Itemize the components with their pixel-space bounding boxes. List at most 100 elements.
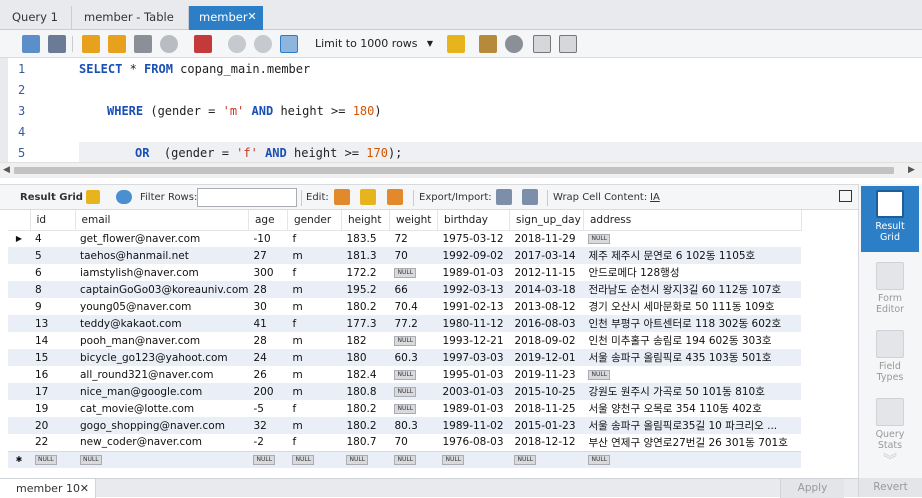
cell-sign-up-day[interactable]: 2014-03-18 xyxy=(509,281,584,298)
cell-email[interactable]: new_coder@naver.com xyxy=(75,434,248,451)
cell-address[interactable]: 서울 양천구 오목로 354 110동 402호 xyxy=(583,400,801,417)
cell-id[interactable]: 17 xyxy=(30,383,75,400)
row-indicator[interactable] xyxy=(8,417,30,434)
table-row[interactable]: 5 taehos@hanmail.net 27 m 181.3 70 1992-09-02 2… xyxy=(8,247,802,264)
table-row[interactable]: 16 all_round321@naver.com 26 m 182.4 NULL 1995… xyxy=(8,366,801,383)
cell-birthday[interactable]: 1980-11-12 xyxy=(437,315,510,332)
cell-gender[interactable]: m xyxy=(287,349,342,366)
table-row[interactable]: 6 iamstylish@naver.com 300 f 172.2 NULL 1989-0… xyxy=(8,264,801,281)
cell-age[interactable]: 27 xyxy=(248,247,288,264)
cell-id[interactable]: 16 xyxy=(30,366,75,383)
table-row[interactable]: 13 teddy@kakaot.com 41 f 177.3 77.2 1980-11-12… xyxy=(8,315,802,332)
column-header-weight[interactable]: weight xyxy=(389,210,438,231)
cell-address[interactable]: 서울 송파구 올림픽로35길 10 파크리오 ... xyxy=(583,417,802,434)
new-cell-sign-up-day[interactable]: NULL xyxy=(509,450,584,468)
add-snippet-star-icon[interactable] xyxy=(447,35,465,53)
cell-weight[interactable]: NULL xyxy=(389,383,438,400)
execute-current-icon[interactable] xyxy=(108,35,126,53)
new-row[interactable]: ✱ NULL NULL NULL NULL NULL NULL NULL NULL NULL xyxy=(8,450,802,468)
cell-gender[interactable]: m xyxy=(287,281,342,298)
row-indicator[interactable] xyxy=(8,349,30,366)
cell-height[interactable]: 182.4 xyxy=(341,366,389,383)
cell-sign-up-day[interactable]: 2017-03-14 xyxy=(509,247,584,264)
cell-address[interactable]: 서울 송파구 올림픽로 435 103동 501호 xyxy=(583,349,802,366)
cell-birthday[interactable]: 1975-03-12 xyxy=(437,230,509,247)
new-cell-id[interactable]: NULL xyxy=(30,450,75,468)
wrap-cell-icon[interactable]: IA xyxy=(650,192,660,203)
cell-sign-up-day[interactable]: 2012-11-15 xyxy=(509,264,583,281)
cell-address[interactable]: 부산 연제구 양연로27번길 26 301동 701호 xyxy=(583,434,801,451)
cell-email[interactable]: cat_movie@lotte.com xyxy=(75,400,248,417)
cell-email[interactable]: all_round321@naver.com xyxy=(75,366,248,383)
row-indicator[interactable] xyxy=(8,264,30,281)
cell-birthday[interactable]: 1989-01-03 xyxy=(437,264,509,281)
row-indicator[interactable] xyxy=(8,400,30,417)
table-row[interactable]: 17 nice_man@google.com 200 m 180.8 NULL 2003-0… xyxy=(8,383,802,400)
tab-query-1[interactable]: Query 1 xyxy=(0,6,72,30)
cell-birthday[interactable]: 2003-01-03 xyxy=(437,383,510,400)
cell-age[interactable]: 28 xyxy=(248,332,287,349)
cell-age[interactable]: 24 xyxy=(248,349,288,366)
cell-email[interactable]: nice_man@google.com xyxy=(75,383,249,400)
cell-gender[interactable]: m xyxy=(287,383,342,400)
import-icon[interactable] xyxy=(522,189,538,205)
cell-id[interactable]: 20 xyxy=(30,417,75,434)
cell-email[interactable]: bicycle_go123@yahoot.com xyxy=(75,349,249,366)
rollback-icon[interactable] xyxy=(254,35,272,53)
apply-button[interactable]: Apply xyxy=(780,479,844,498)
new-cell-email[interactable]: NULL xyxy=(75,450,249,468)
cell-gender[interactable]: f xyxy=(287,434,341,451)
scroll-left-icon[interactable]: ◀ xyxy=(3,165,10,175)
cell-height[interactable]: 180.7 xyxy=(341,434,389,451)
sidebar-item-result-grid[interactable]: Result Grid xyxy=(861,186,919,252)
delete-row-icon[interactable] xyxy=(387,189,403,205)
cell-id[interactable]: 13 xyxy=(30,315,75,332)
cell-weight[interactable]: NULL xyxy=(389,366,437,383)
cell-birthday[interactable]: 1993-12-21 xyxy=(437,332,509,349)
cell-weight[interactable]: 66 xyxy=(389,281,438,298)
cell-id[interactable]: 14 xyxy=(30,332,75,349)
invisible-chars-icon[interactable] xyxy=(533,35,551,53)
column-header-birthday[interactable]: birthday xyxy=(437,210,510,231)
cell-address[interactable]: 안드로메다 128행성 xyxy=(583,264,801,281)
cell-sign-up-day[interactable]: 2016-08-03 xyxy=(509,315,584,332)
export-icon[interactable] xyxy=(496,189,512,205)
row-indicator[interactable]: ▶ xyxy=(8,230,30,247)
table-row[interactable]: 20 gogo_shopping@naver.com 32 m 180.2 80.3 198… xyxy=(8,417,802,434)
cell-weight[interactable]: 80.3 xyxy=(389,417,438,434)
cell-age[interactable]: -10 xyxy=(248,230,287,247)
cell-address[interactable]: 인천 미추홀구 송림로 194 602동 303호 xyxy=(583,332,801,349)
cell-birthday[interactable]: 1992-03-13 xyxy=(437,281,510,298)
cell-gender[interactable]: m xyxy=(287,247,342,264)
row-indicator[interactable] xyxy=(8,434,30,451)
cell-weight[interactable]: NULL xyxy=(389,400,437,417)
cell-age[interactable]: 41 xyxy=(248,315,288,332)
table-row[interactable]: 15 bicycle_go123@yahoot.com 24 m 180 60.3 1997… xyxy=(8,349,802,366)
cell-gender[interactable]: m xyxy=(287,417,342,434)
cell-sign-up-day[interactable]: 2015-10-25 xyxy=(509,383,584,400)
new-cell-address[interactable]: NULL xyxy=(583,450,802,468)
cell-age[interactable]: 300 xyxy=(248,264,287,281)
cell-weight[interactable]: 70 xyxy=(389,247,438,264)
cell-id[interactable]: 8 xyxy=(30,281,75,298)
row-indicator[interactable] xyxy=(8,247,30,264)
new-cell-weight[interactable]: NULL xyxy=(389,450,438,468)
limit-select[interactable]: Limit to 1000 rows ▼ xyxy=(309,35,437,53)
cell-birthday[interactable]: 1976-08-03 xyxy=(437,434,509,451)
sidebar-item-form-editor[interactable]: Form Editor xyxy=(861,258,919,315)
new-cell-age[interactable]: NULL xyxy=(248,450,288,468)
cell-birthday[interactable]: 1989-11-02 xyxy=(437,417,510,434)
cell-birthday[interactable]: 1992-09-02 xyxy=(437,247,510,264)
sidebar-item-query-stats[interactable]: Query Stats xyxy=(861,394,919,451)
cell-email[interactable]: taehos@hanmail.net xyxy=(75,247,249,264)
table-row[interactable]: 14 pooh_man@naver.com 28 m 182 NULL 1993-12-21… xyxy=(8,332,801,349)
new-cell-height[interactable]: NULL xyxy=(341,450,390,468)
table-row[interactable]: ▶ 4 get_flower@naver.com -10 f 183.5 72 1975-03… xyxy=(8,230,801,247)
cell-email[interactable]: captainGoGo03@koreauniv.com xyxy=(75,281,249,298)
cell-gender[interactable]: f xyxy=(287,264,341,281)
row-indicator[interactable] xyxy=(8,332,30,349)
cell-height[interactable]: 180.2 xyxy=(341,417,390,434)
explain-magnifier-icon[interactable] xyxy=(134,35,152,53)
autocommit-icon[interactable] xyxy=(280,35,298,53)
cell-height[interactable]: 180 xyxy=(341,349,390,366)
